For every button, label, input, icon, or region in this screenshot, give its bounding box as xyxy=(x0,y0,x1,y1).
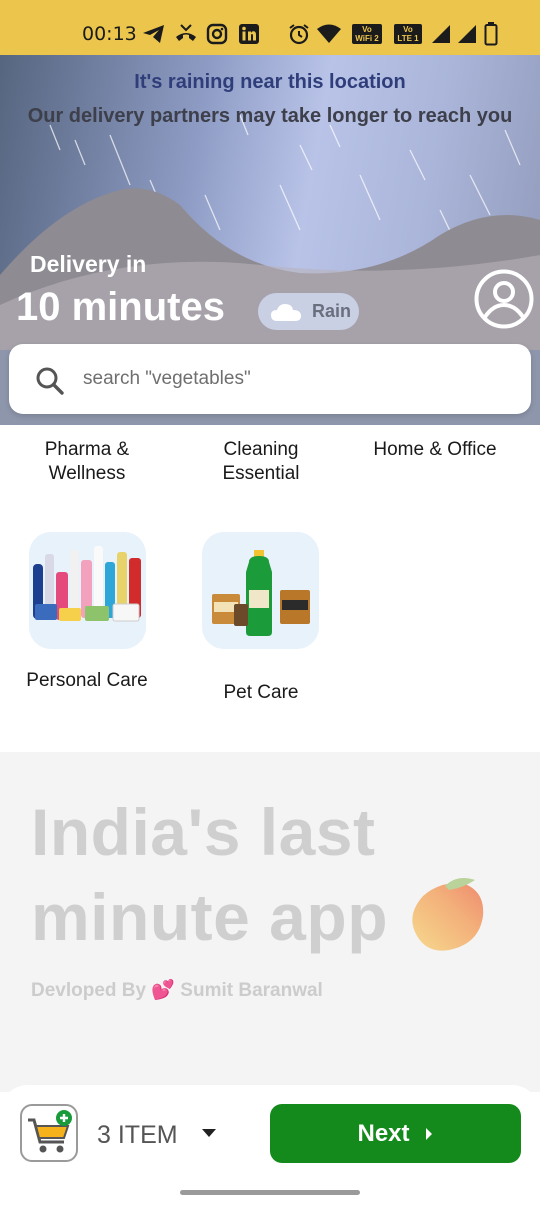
pet-care-products-image xyxy=(212,550,310,636)
tagline-line2: minute app xyxy=(31,880,389,954)
cart-bar: 3 ITEM Next xyxy=(0,1085,540,1206)
telegram-icon xyxy=(142,21,166,47)
status-time: 00:13 xyxy=(82,23,137,45)
tagline-section: India's last minute app Devloped By 💕 Su… xyxy=(0,752,540,1092)
category-label: Pharma & Wellness xyxy=(44,439,130,484)
wifi-icon xyxy=(316,21,342,47)
mango-icon xyxy=(412,878,484,951)
signal-icon-2 xyxy=(456,21,478,47)
category-label: Cleaning Essential xyxy=(222,439,300,484)
category-label: Pet Care xyxy=(223,682,299,703)
category-home-office[interactable]: Home & Office xyxy=(360,438,510,462)
weather-label: Rain xyxy=(312,301,352,321)
next-button-label: Next xyxy=(357,1119,410,1147)
volte-lte1-icon: Vo LTE 1 xyxy=(394,21,422,47)
rain-subtitle: Our delivery partners may take longer to… xyxy=(27,105,513,127)
search-input[interactable] xyxy=(83,362,503,396)
volte-wifi2-tag: Vo WiFi 2 xyxy=(352,24,382,44)
category-pet-care-tile[interactable] xyxy=(202,532,319,649)
profile-button[interactable] xyxy=(473,268,535,330)
status-bar: 00:13 Vo WiFi 2 Vo LTE 1 xyxy=(0,0,540,55)
cart-button[interactable] xyxy=(20,1104,78,1162)
category-personal-care-tile[interactable] xyxy=(29,532,146,649)
instagram-icon xyxy=(206,21,228,47)
rain-title: It's raining near this location xyxy=(134,71,406,93)
category-label: Home & Office xyxy=(373,439,497,460)
cart-icon xyxy=(28,1110,72,1153)
category-personal-care[interactable]: Personal Care xyxy=(12,669,162,693)
home-indicator[interactable] xyxy=(180,1190,360,1195)
linkedin-icon xyxy=(238,21,260,47)
search-bar[interactable] xyxy=(9,344,531,414)
delivery-time: 10 minutes xyxy=(16,285,225,329)
category-pharma-wellness[interactable]: Pharma & Wellness xyxy=(12,438,162,486)
weather-chip: Rain xyxy=(258,293,359,330)
volte-lte1-tag: Vo LTE 1 xyxy=(394,24,422,44)
cloud-icon xyxy=(271,303,301,321)
tagline-line1: India's last xyxy=(31,795,376,869)
chevron-right-icon xyxy=(425,1127,432,1140)
delivery-label: Delivery in xyxy=(30,251,147,277)
next-button[interactable]: Next xyxy=(270,1104,521,1163)
alarm-icon xyxy=(288,21,310,47)
profile-icon xyxy=(474,269,534,329)
category-pet-care[interactable]: Pet Care xyxy=(186,681,336,705)
signal-icon xyxy=(430,21,452,47)
category-label: Personal Care xyxy=(26,670,148,691)
personal-care-products-image xyxy=(33,546,141,622)
cart-item-count[interactable]: 3 ITEM xyxy=(97,1121,178,1150)
developer-credit: Devloped By 💕 Sumit Baranwal xyxy=(31,980,323,1001)
missed-call-icon xyxy=(174,21,198,47)
search-icon xyxy=(36,367,64,395)
caret-down-icon[interactable] xyxy=(200,1126,218,1140)
battery-icon xyxy=(484,21,498,47)
volte-wifi2-icon: Vo WiFi 2 xyxy=(352,21,382,47)
category-cleaning-essential[interactable]: Cleaning Essential xyxy=(186,438,336,486)
